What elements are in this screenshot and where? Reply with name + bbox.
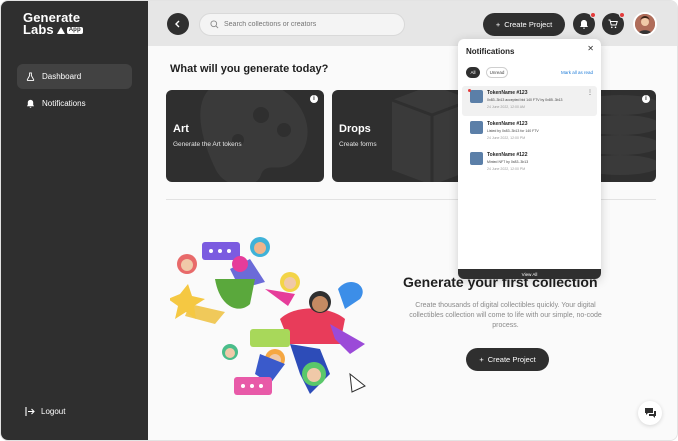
app-badge: App [66,26,83,34]
filter-unread-tab[interactable]: Unread [486,67,508,78]
notification-date: 24 June 2022, 12:00 PM [487,136,526,140]
filter-all-tab[interactable]: All [466,67,480,78]
logout-button[interactable]: Logout [25,407,65,416]
palette-illustration [200,90,308,182]
cart-icon [608,19,618,29]
notifications-button[interactable] [573,12,596,35]
cart-badge [619,12,625,18]
people-illustration [170,237,366,395]
notification-title: TokenName #122 [487,152,528,158]
bell-icon [580,20,588,29]
search-bar[interactable] [199,13,405,36]
notification-text: Listed by 0x83..3b13 for 140 FTV [487,129,539,133]
art-card[interactable]: Art Generate the Art tokens i [166,90,324,182]
chevron-left-icon [175,20,180,28]
mark-all-read-link[interactable]: Mark all as read [561,70,593,75]
user-avatar[interactable] [633,12,657,36]
token-thumbnail [470,121,483,134]
notification-badge [590,12,596,18]
search-icon [210,20,219,29]
app-window: Generate Labs App Dashboard Notification… [0,0,678,441]
logo-line2-row: Labs App [23,22,93,37]
empty-state-description: Create thousands of digital collectibles… [409,302,602,329]
sidebar-item-notifications[interactable]: Notifications [17,91,132,116]
logout-label: Logout [41,407,66,416]
token-thumbnail [470,90,483,103]
avatar-image [635,14,655,34]
notification-title: TokenName #123 [487,90,528,96]
more-icon[interactable]: ⋮ [587,89,593,96]
chat-icon [644,408,656,418]
info-icon[interactable]: i [642,95,650,103]
sidebar-item-label: Dashboard [42,72,82,81]
bell-icon [26,99,35,108]
plus-icon: + [495,20,501,29]
view-all-button[interactable]: View All [458,269,601,279]
plus-icon: + [479,355,484,364]
notification-date: 24 June 2022, 12:00 PM [487,167,526,171]
create-project-button[interactable]: + Create Project [483,13,565,36]
token-thumbnail [470,152,483,165]
notification-item[interactable]: TokenName #123 Listed by 0x83..3b13 for … [462,117,597,147]
logo-triangle-icon [56,26,65,34]
sidebar-item-label: Notifications [42,99,86,108]
cart-button[interactable] [602,12,625,35]
notifications-title: Notifications [466,47,515,56]
create-project-label: Create Project [487,355,536,364]
sidebar-item-dashboard[interactable]: Dashboard [17,64,132,89]
close-icon[interactable]: ✕ [587,44,594,53]
card-title: Art [173,123,189,135]
card-subtitle: Generate the Art tokens [173,141,242,148]
create-project-main-button[interactable]: + Create Project [466,348,549,371]
notification-item[interactable]: TokenName #122 Minted NFT by 0x83..3b13 … [462,148,597,178]
notification-title: TokenName #123 [487,121,528,127]
back-button[interactable] [167,13,189,35]
notification-text: Minted NFT by 0x83..3b13 [487,160,529,164]
page-title: What will you generate today? [170,63,329,75]
logo-line2: Labs [23,22,54,37]
notification-item[interactable]: TokenName #123 0x83..3b13 accepted bid 1… [462,86,597,116]
logout-icon [25,407,35,416]
chat-button[interactable] [638,401,662,425]
unread-dot [468,89,471,92]
info-icon[interactable]: i [310,95,318,103]
card-subtitle: Create forms [339,141,377,148]
notification-date: 24 June 2022, 12:00 AM [487,105,525,109]
notifications-panel: Notifications ✕ All Unread Mark all as r… [458,39,601,279]
create-project-label: Create Project [504,20,553,29]
sidebar: Generate Labs App Dashboard Notification… [1,1,148,440]
flask-icon [26,72,35,81]
card-title: Drops [339,123,371,135]
search-input[interactable] [224,21,394,28]
notification-text: 0x83..3b13 accepted bid 140 FTV by 0x85.… [487,98,563,102]
logo[interactable]: Generate Labs App [23,11,93,38]
